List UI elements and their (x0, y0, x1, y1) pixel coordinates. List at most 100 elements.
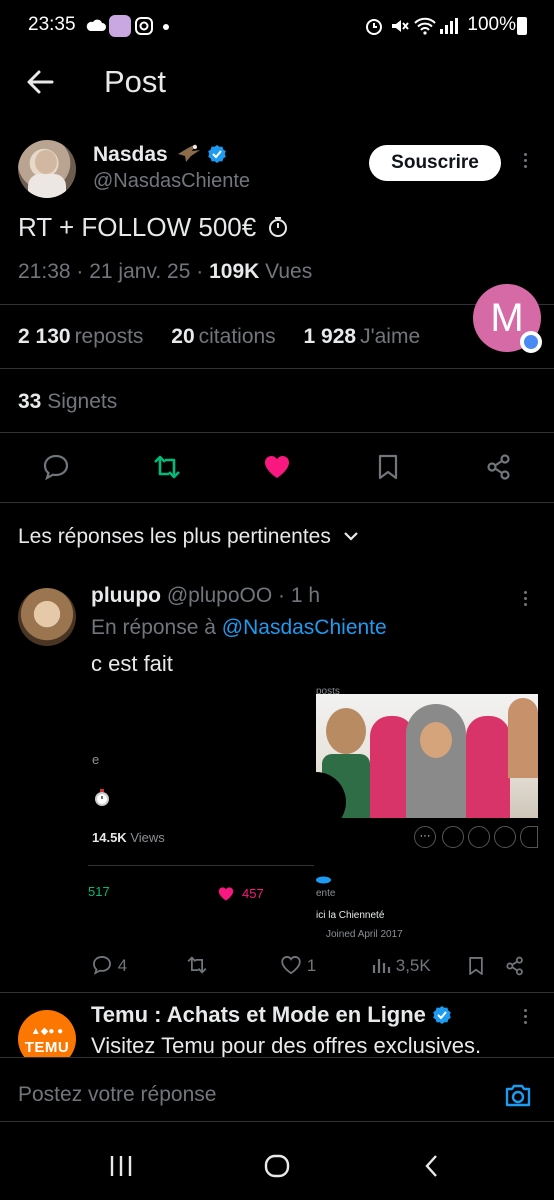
divider (0, 432, 554, 433)
battery-percentage: 100% (467, 14, 516, 35)
reply-context-handle[interactable]: @NasdasChiente (222, 616, 387, 639)
mute-icon (392, 20, 409, 32)
like-heart-icon[interactable] (262, 452, 292, 482)
reply-more-options-icon[interactable] (519, 588, 531, 612)
author-handle[interactable]: @NasdasChiente (93, 170, 250, 193)
instagram-icon (135, 17, 153, 35)
media-views-label: Views (130, 830, 165, 845)
quotes-count[interactable]: 20 (171, 325, 194, 348)
reply-media-image[interactable]: e 14.5K Views 517 457 posts ··· ente ici… (88, 688, 538, 946)
reply-views-icon (372, 959, 391, 973)
repost-icon[interactable] (152, 452, 182, 482)
status-time: 23:35 (28, 14, 76, 35)
signal-icon (440, 18, 458, 34)
reply-context-prefix: En réponse à (91, 616, 216, 639)
media-views-count: 14.5K (92, 830, 127, 845)
bookmarks-label: Signets (47, 390, 118, 413)
dot-icon (163, 24, 169, 30)
home-icon[interactable] (263, 1154, 291, 1178)
reply-views-count: 3,5K (395, 956, 431, 975)
likes-count[interactable]: 1 928 (304, 325, 357, 348)
back-nav-icon[interactable] (422, 1154, 442, 1178)
ad-name: Temu : Achats et Mode en Ligne (91, 1002, 426, 1027)
media-reposts: 517 (88, 884, 110, 899)
author-avatar[interactable] (18, 140, 76, 198)
reply-reply-action[interactable]: 4 (91, 954, 127, 978)
reply-separator: · (278, 584, 286, 607)
share-icon[interactable] (484, 452, 514, 482)
ad-text: Visitez Temu pour des offres exclusives. (91, 1033, 482, 1058)
post-time: 21:38 (18, 260, 71, 283)
verified-badge-icon (208, 145, 227, 163)
reply-views-action[interactable]: 3,5K (371, 954, 431, 978)
media-grok-icon (442, 826, 464, 848)
page-title: Post (104, 64, 167, 99)
quotes-label[interactable]: citations (199, 325, 276, 348)
wifi-icon (414, 17, 436, 35)
reply-like-action[interactable]: 1 (280, 954, 316, 978)
temu-logo-shapes-icon: ▲◆● ● (30, 1026, 64, 1037)
ad-more-options-icon[interactable] (519, 1006, 531, 1030)
post-date: 21 janv. 25 (89, 260, 191, 283)
stopwatch-icon (269, 217, 288, 237)
media-bio: ici la Chienneté (316, 910, 385, 921)
bookmarks-count: 33 (18, 390, 42, 413)
back-arrow-icon[interactable] (22, 66, 58, 98)
chevron-down-icon (343, 532, 358, 541)
media-left-screenshot: e 14.5K Views 517 457 (88, 688, 316, 946)
media-share-icon (520, 826, 538, 848)
post-views-label: Vues (265, 260, 313, 283)
divider (0, 304, 554, 305)
bookmarks-stats[interactable]: 33 Signets (18, 390, 117, 414)
reply-time: 1 h (290, 584, 321, 607)
reply-like-count: 1 (306, 956, 317, 975)
media-heart-icon (218, 887, 234, 901)
reply-context: En réponse à @NasdasChiente (91, 616, 387, 640)
media-joined: Joined April 2017 (326, 929, 403, 940)
divider (0, 502, 554, 503)
reply-author-name[interactable]: pluupo (91, 584, 161, 607)
media-likes: 457 (242, 886, 264, 901)
post-stats: 2 130 reposts 20 citations 1 928 J'aime (18, 325, 424, 349)
replies-sort-dropdown[interactable]: Les réponses les plus pertinentes (18, 525, 359, 549)
reply-text: c est fait (91, 651, 173, 676)
reply-icon[interactable] (41, 452, 71, 482)
media-refresh-icon (494, 826, 516, 848)
temu-logo-text: TEMU (24, 1039, 70, 1056)
reply-reply-icon (93, 956, 111, 975)
media-views: 14.5K Views (92, 830, 165, 845)
reply-like-icon (281, 956, 301, 975)
reply-share-icon[interactable] (504, 955, 526, 977)
reply-avatar[interactable] (18, 588, 76, 646)
media-right-screenshot: posts ··· ente ici la Chienneté Joined A… (286, 688, 538, 946)
camera-icon[interactable] (504, 1082, 532, 1108)
replies-sort-label: Les réponses les plus pertinentes (18, 525, 331, 548)
reply-author-handle[interactable]: @plupoOO (167, 584, 272, 607)
reply-header: pluupo @plupoOO · 1 h (91, 584, 320, 608)
eagle-emoji-icon (177, 144, 200, 162)
reply-repost-action[interactable] (186, 954, 208, 978)
more-options-icon[interactable] (519, 150, 531, 174)
recent-apps-icon[interactable] (108, 1154, 134, 1178)
ad-verified-badge-icon (433, 1006, 451, 1024)
alarm-icon (366, 19, 382, 35)
likes-label[interactable]: J'aime (360, 325, 420, 348)
author-name[interactable]: Nasdas (93, 142, 227, 167)
media-more-icon: ··· (414, 826, 436, 848)
subscribe-button[interactable]: Souscrire (369, 145, 501, 181)
post-meta: 21:38 · 21 janv. 25 · 109K Vues (18, 260, 313, 283)
reposts-label[interactable]: reposts (75, 325, 144, 348)
reply-repost-icon (187, 956, 207, 974)
bookmark-icon[interactable] (373, 452, 403, 482)
post-views-count[interactable]: 109K (209, 260, 259, 283)
author-name-text: Nasdas (93, 143, 168, 166)
reply-reply-count: 4 (117, 956, 128, 975)
reply-input[interactable]: Postez votre réponse (18, 1083, 216, 1107)
media-letter: e (92, 752, 100, 767)
reposts-count[interactable]: 2 130 (18, 325, 71, 348)
reply-bookmark-icon[interactable] (465, 955, 487, 977)
ad-title[interactable]: Temu : Achats et Mode en Ligne (91, 1002, 452, 1028)
battery-icon (517, 17, 527, 35)
media-name-fragment: ente (316, 888, 336, 899)
cloud-icon (86, 19, 106, 31)
